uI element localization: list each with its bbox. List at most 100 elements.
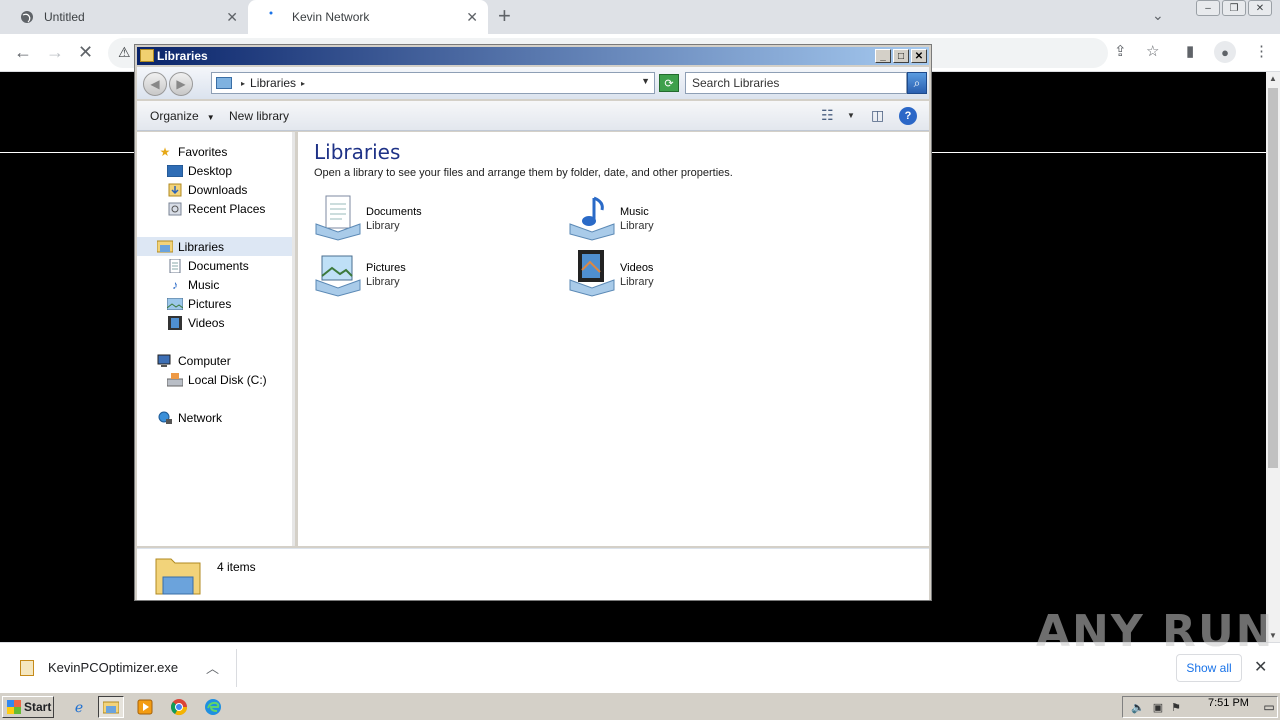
music-note-icon: ♪	[172, 277, 178, 292]
explorer-window: Libraries _ □ ✕ ◀ ▶ ▸ Libraries ▸ ▼ ⟳ Se…	[134, 44, 932, 601]
show-desktop-icon[interactable]: ▭	[1256, 696, 1280, 718]
tab-kevin-network[interactable]: Kevin Network ✕	[248, 0, 488, 34]
new-library-button[interactable]: New library	[229, 109, 289, 123]
bookmark-star-icon[interactable]: ☆	[1146, 42, 1159, 60]
close-icon[interactable]: ✕	[1254, 657, 1267, 677]
library-folder-icon	[216, 77, 232, 89]
network-icon	[157, 411, 173, 425]
nav-label: Desktop	[188, 163, 233, 178]
scroll-up-icon[interactable]: ▲	[1269, 74, 1277, 83]
nav-item-downloads[interactable]: Downloads	[167, 180, 247, 199]
restore-icon[interactable]: ❐	[1222, 0, 1246, 16]
stop-loading-icon[interactable]: ✕	[78, 42, 93, 62]
nav-item-desktop[interactable]: Desktop	[167, 161, 232, 180]
library-music[interactable]: Music Library	[568, 194, 798, 244]
download-file-name[interactable]: KevinPCOptimizer.exe	[48, 660, 178, 675]
nav-item-documents[interactable]: Documents	[167, 256, 249, 275]
command-bar: Organize ▼ New library ☷ ▼ ◫ ?	[137, 101, 929, 131]
close-icon[interactable]: ✕	[911, 49, 927, 63]
new-tab-button[interactable]: +	[498, 5, 511, 27]
nav-item-pictures[interactable]: Pictures	[167, 294, 231, 313]
desktop-icon	[167, 164, 183, 178]
chrome-icon[interactable]	[166, 696, 192, 718]
nav-item-local-disk[interactable]: Local Disk (C:)	[167, 370, 267, 389]
profile-avatar-icon[interactable]: ●	[1214, 41, 1236, 63]
library-videos[interactable]: Videos Library	[568, 250, 798, 300]
share-icon[interactable]: ⇪	[1114, 42, 1127, 60]
library-type: Library	[620, 276, 654, 288]
nav-label: Documents	[188, 258, 249, 273]
tab-strip: Untitled ✕ Kevin Network ✕ + ⌄ – ❐ ✕	[0, 0, 1280, 34]
taskbar: Start ℯ 🔈 ▣ ⚑ 7:51 PM ▭	[0, 692, 1280, 720]
breadcrumb-arrow-icon[interactable]: ▸	[301, 79, 305, 88]
tab-search-icon[interactable]: ⌄	[1152, 7, 1164, 24]
nav-item-favorites[interactable]: ★ Favorites	[157, 142, 228, 161]
breadcrumb-arrow-icon[interactable]: ▸	[241, 79, 245, 88]
start-button[interactable]: Start	[2, 696, 54, 718]
chevron-up-icon[interactable]: ︿	[206, 658, 219, 677]
nav-label: Network	[178, 410, 223, 425]
side-panel-icon[interactable]: ▮	[1186, 42, 1194, 60]
back-icon[interactable]: ◀	[143, 72, 167, 96]
window-controls: – ❐ ✕	[1194, 0, 1272, 16]
edge-icon[interactable]	[200, 696, 226, 718]
page-description: Open a library to see your files and arr…	[314, 167, 733, 179]
view-options-icon[interactable]: ☷	[821, 107, 834, 124]
pictures-icon	[167, 297, 183, 311]
explorer-titlebar[interactable]: Libraries _ □ ✕	[137, 47, 929, 65]
chevron-down-icon[interactable]: ▼	[847, 111, 855, 120]
file-explorer-icon[interactable]	[98, 696, 124, 718]
explorer-address-bar[interactable]: ▸ Libraries ▸ ▼	[211, 72, 655, 94]
action-center-flag-icon[interactable]: ⚑	[1171, 701, 1181, 714]
minimize-icon[interactable]: _	[875, 49, 891, 63]
volume-icon[interactable]: 🔈	[1131, 701, 1145, 714]
window-title: Libraries	[157, 49, 208, 63]
close-icon[interactable]: ✕	[1248, 0, 1272, 16]
scroll-thumb[interactable]	[1268, 88, 1278, 468]
recent-places-icon	[167, 202, 183, 216]
breadcrumb-libraries[interactable]: Libraries	[250, 76, 296, 90]
nav-item-network[interactable]: Network	[157, 408, 222, 427]
library-pictures[interactable]: Pictures Library	[314, 250, 544, 300]
media-player-icon[interactable]	[132, 696, 158, 718]
nav-label: Music	[188, 277, 220, 292]
library-type: Library	[366, 276, 400, 288]
nav-item-music[interactable]: ♪ Music	[167, 275, 219, 294]
search-input[interactable]: Search Libraries	[685, 72, 907, 94]
help-icon[interactable]: ?	[899, 107, 917, 125]
preview-pane-icon[interactable]: ◫	[871, 107, 884, 124]
show-all-button[interactable]: Show all	[1176, 654, 1242, 682]
organize-button[interactable]: Organize ▼	[150, 109, 215, 123]
music-library-icon	[568, 194, 616, 242]
item-count: 4 items	[217, 560, 256, 574]
nav-item-computer[interactable]: Computer	[157, 351, 231, 370]
menu-kebab-icon[interactable]: ⋮	[1254, 42, 1269, 60]
nav-item-libraries[interactable]: Libraries	[137, 237, 292, 256]
library-name: Pictures	[366, 262, 406, 274]
nav-item-videos[interactable]: Videos	[167, 313, 224, 332]
nav-label: Computer	[178, 353, 231, 368]
chevron-down-icon[interactable]: ▼	[641, 76, 650, 86]
forward-icon[interactable]: →	[46, 42, 64, 62]
internet-explorer-icon[interactable]: ℯ	[66, 696, 92, 718]
clock[interactable]: 7:51 PM	[1208, 697, 1249, 709]
tab-untitled[interactable]: Untitled ✕	[0, 0, 248, 34]
close-tab-icon[interactable]: ✕	[466, 9, 478, 26]
explorer-navbar: ◀ ▶ ▸ Libraries ▸ ▼ ⟳ Search Libraries ⌕	[137, 67, 929, 99]
network-tray-icon[interactable]: ▣	[1153, 701, 1163, 714]
warning-icon[interactable]: ⚠	[118, 44, 131, 61]
hard-disk-icon	[167, 372, 183, 387]
library-documents[interactable]: Documents Library	[314, 194, 544, 244]
pictures-library-icon	[314, 250, 362, 298]
refresh-icon[interactable]: ⟳	[659, 74, 679, 92]
nav-label: Downloads	[188, 182, 248, 197]
page-scrollbar[interactable]: ▲ ▼	[1266, 72, 1280, 642]
search-icon[interactable]: ⌕	[907, 72, 927, 94]
maximize-icon[interactable]: □	[893, 49, 909, 63]
minimize-icon[interactable]: –	[1196, 0, 1220, 16]
close-tab-icon[interactable]: ✕	[226, 9, 238, 26]
forward-icon[interactable]: ▶	[169, 72, 193, 96]
nav-item-recent-places[interactable]: Recent Places	[167, 199, 265, 218]
back-icon[interactable]: ←	[14, 42, 32, 62]
library-name: Music	[620, 206, 649, 218]
